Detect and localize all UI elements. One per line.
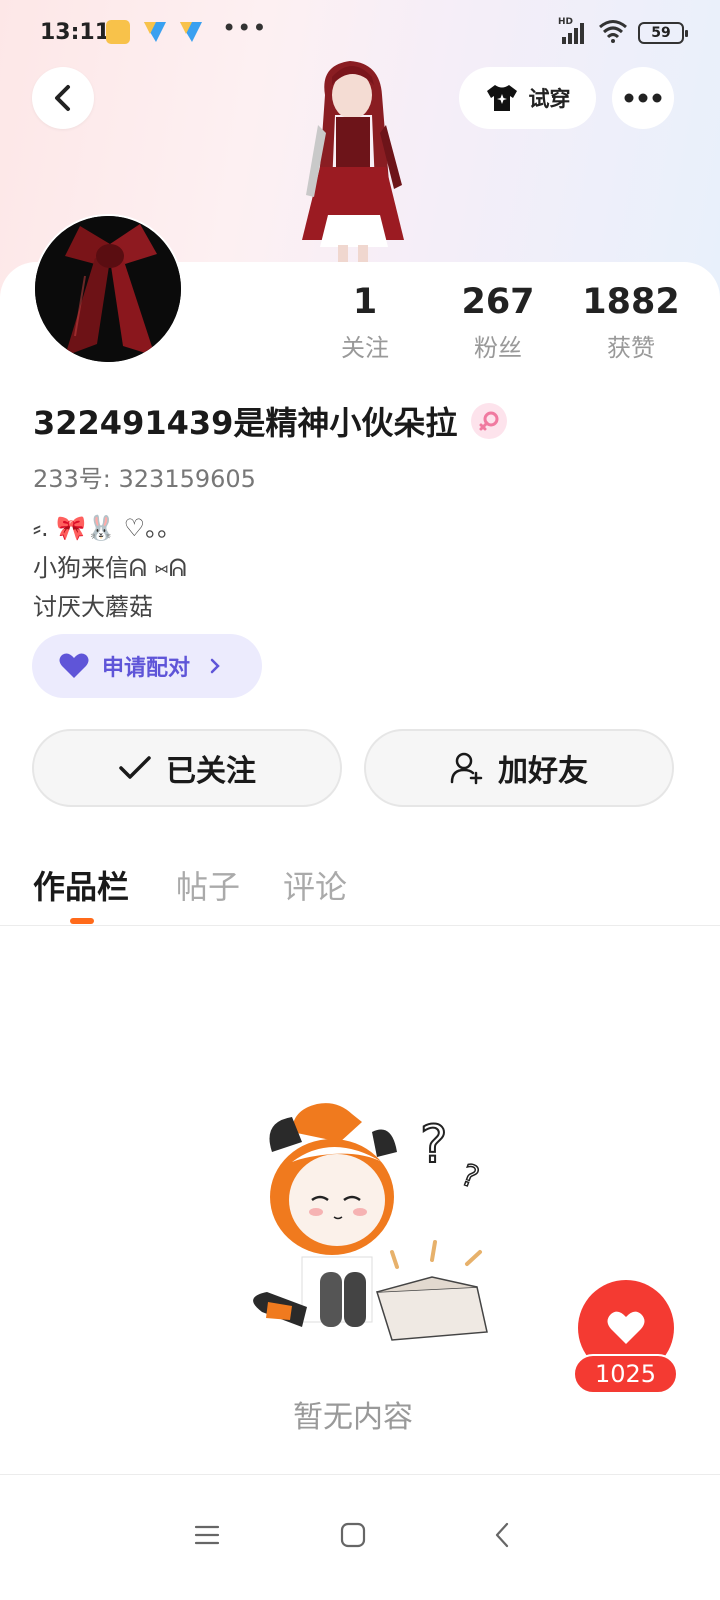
active-tab-indicator [70, 918, 94, 924]
more-options-button[interactable] [612, 67, 674, 129]
stat-following[interactable]: 1 关注 [305, 280, 425, 363]
stat-followers[interactable]: 267 粉丝 [438, 280, 558, 363]
like-count: 1025 [573, 1354, 678, 1394]
followers-label: 粉丝 [474, 334, 522, 362]
try-on-button[interactable]: 试穿 [459, 67, 596, 129]
try-on-label: 试穿 [528, 87, 571, 111]
empty-state-illustration: ? ? [232, 1092, 502, 1352]
female-gender-icon [471, 403, 508, 439]
signal-icon: HD [558, 17, 588, 45]
bio-line: 小狗来信ᕱ ⑅ᕱ [33, 554, 187, 582]
heart-icon [59, 653, 89, 678]
chevron-left-icon [55, 85, 70, 111]
heart-icon [607, 1311, 645, 1344]
following-label: 关注 [341, 334, 389, 362]
stat-likes[interactable]: 1882 获赞 [571, 280, 691, 363]
svg-text:?: ? [456, 1158, 483, 1196]
empty-state-text: 暂无内容 [293, 1400, 413, 1435]
tab-divider [0, 925, 720, 926]
battery-icon: 59 [638, 22, 688, 44]
home-square-icon [340, 1522, 366, 1548]
back-triangle-icon [495, 1522, 509, 1548]
user-id: 233号: 323159605 [33, 465, 256, 493]
likes-label: 获赞 [607, 334, 655, 362]
chevron-right-icon [210, 658, 220, 674]
following-button[interactable]: 已关注 [32, 729, 342, 807]
app-notification-icon [106, 20, 130, 44]
bio-line: ⸗. 🎀🐰 ♡。。 [33, 514, 182, 542]
bio-line: 讨厌大蘑菇 [33, 593, 153, 621]
avatar-3d-character [280, 55, 425, 265]
username-row: 322491439是精神小伙朵拉 [33, 398, 508, 444]
home-nav-button[interactable] [323, 1505, 383, 1565]
following-button-label: 已关注 [166, 754, 256, 789]
svg-text:?: ? [420, 1115, 448, 1175]
menu-icon [194, 1525, 220, 1545]
add-friend-button[interactable]: 加好友 [364, 729, 674, 807]
more-dots-icon [624, 93, 662, 103]
app-notification-icon [178, 20, 204, 48]
more-notifications-icon: ••• [222, 14, 268, 42]
add-friend-label: 加好友 [498, 754, 588, 789]
tshirt-icon [486, 85, 517, 111]
app-notification-icon [142, 20, 168, 48]
wifi-icon [598, 19, 628, 47]
tab-works[interactable]: 作品栏 [33, 862, 129, 908]
back-nav-button[interactable] [472, 1505, 532, 1565]
likes-count: 1882 [582, 282, 680, 322]
checkmark-icon [119, 756, 151, 779]
username: 322491439是精神小伙朵拉 [33, 404, 458, 442]
add-user-icon [450, 752, 483, 785]
tab-comments[interactable]: 评论 [283, 862, 347, 908]
tab-posts[interactable]: 帖子 [176, 862, 240, 908]
following-count: 1 [352, 282, 378, 322]
followers-count: 267 [461, 282, 535, 322]
back-button[interactable] [32, 67, 94, 129]
apply-pair-label: 申请配对 [102, 656, 191, 681]
status-time: 13:11 [40, 20, 111, 45]
system-navigation-bar [0, 1474, 720, 1600]
menu-nav-button[interactable] [177, 1505, 237, 1565]
avatar[interactable] [33, 214, 183, 364]
apply-pair-button[interactable]: 申请配对 [32, 634, 262, 698]
